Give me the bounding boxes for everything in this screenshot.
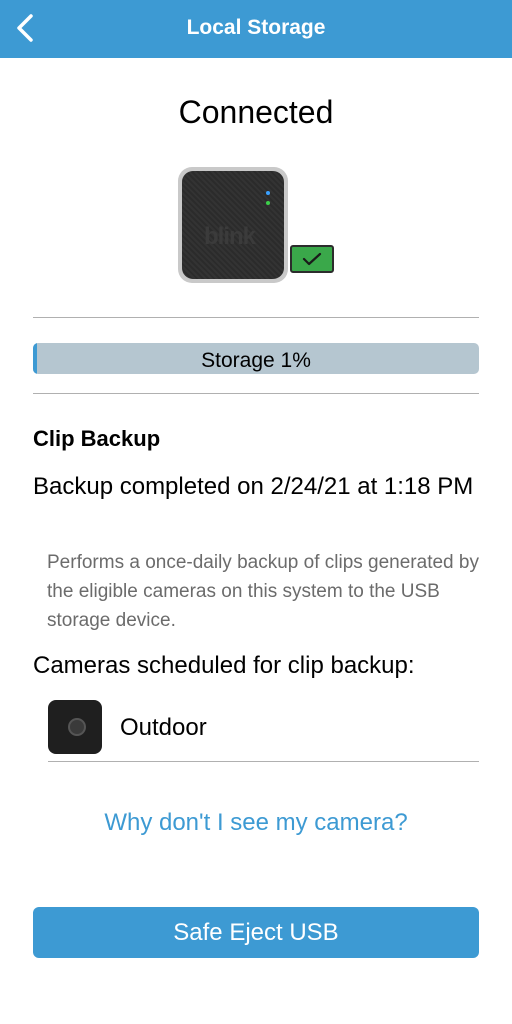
missing-camera-help-link[interactable]: Why don't I see my camera?	[0, 809, 512, 837]
sync-module-image: blink	[178, 167, 288, 283]
checkmark-icon	[302, 252, 322, 266]
connection-status: Connected	[178, 94, 334, 130]
backup-status-text: Backup completed on 2/24/21 at 1:18 PM	[33, 473, 474, 500]
status-led-green	[266, 201, 270, 205]
status-led-blue	[266, 191, 270, 195]
clip-backup-heading: Clip Backup	[33, 426, 161, 451]
camera-name: Outdoor	[120, 714, 207, 741]
camera-icon	[48, 700, 102, 754]
storage-progress-bar: Storage 1%	[33, 343, 479, 374]
storage-label: Storage 1%	[201, 349, 311, 372]
header-bar: Local Storage	[0, 0, 512, 58]
cameras-heading: Cameras scheduled for clip backup:	[33, 652, 415, 679]
page-title: Local Storage	[186, 16, 326, 39]
brand-logo: blink	[204, 223, 256, 250]
divider	[33, 393, 479, 394]
camera-lens	[68, 718, 86, 736]
backup-description: Performs a once-daily backup of clips ge…	[47, 552, 479, 631]
divider	[48, 761, 479, 762]
divider	[33, 317, 479, 318]
sync-module-face: blink	[182, 171, 284, 279]
safe-eject-usb-button[interactable]: Safe Eject USB	[33, 907, 479, 958]
sync-module-body: blink	[178, 167, 288, 283]
camera-list-item[interactable]: Outdoor	[48, 698, 479, 762]
connected-badge	[290, 245, 334, 273]
